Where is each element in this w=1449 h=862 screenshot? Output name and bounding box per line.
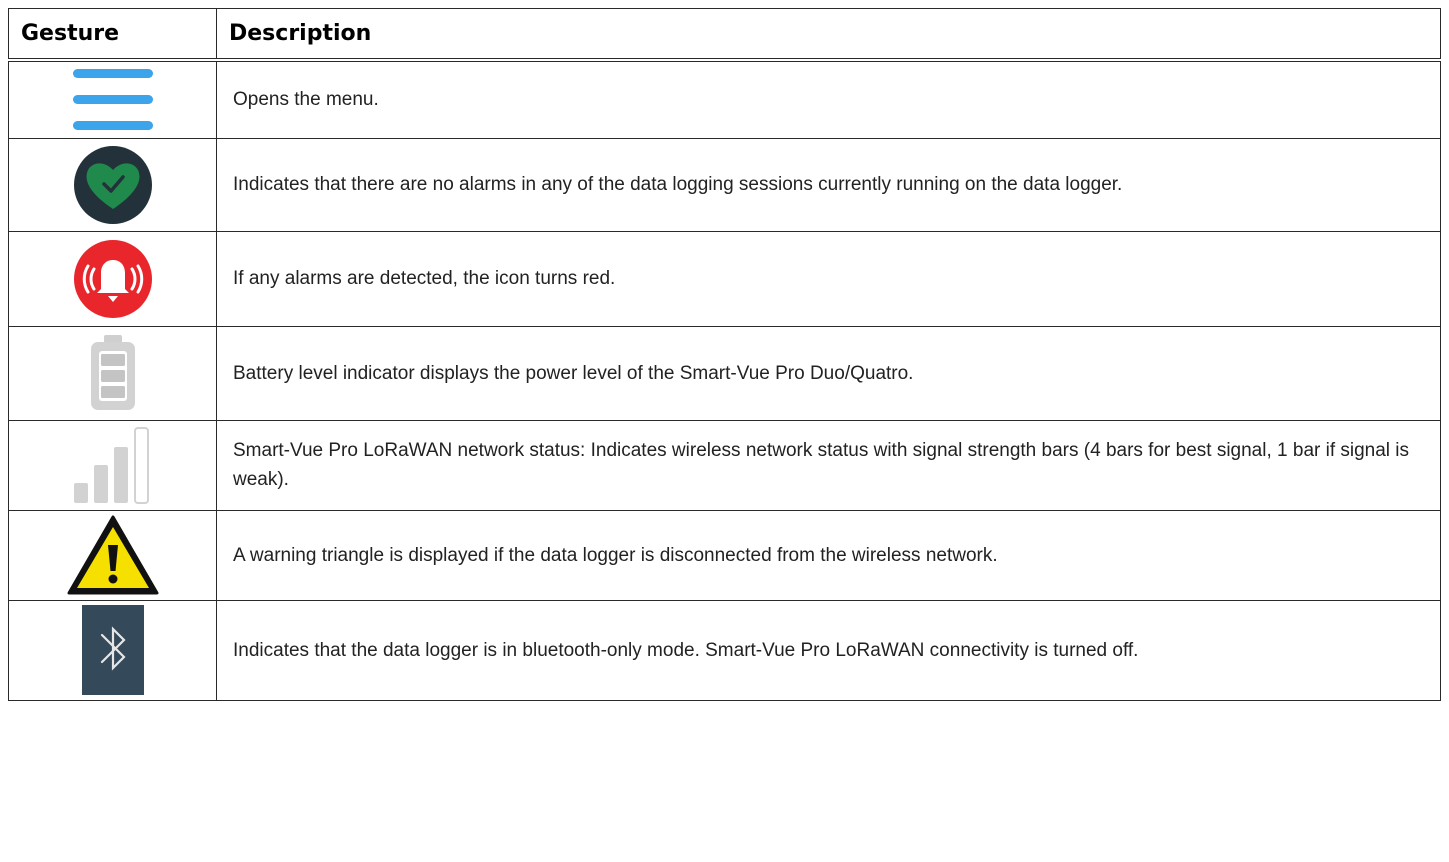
table-row: Indicates that there are no alarms in an… <box>8 137 1441 232</box>
table-row: If any alarms are detected, the icon tur… <box>8 230 1441 327</box>
row-description: Smart-Vue Pro LoRaWAN network status: In… <box>216 419 1441 511</box>
gesture-cell <box>8 509 217 601</box>
row-description: Opens the menu. <box>216 59 1441 139</box>
gesture-cell <box>8 230 217 327</box>
header-description: Description <box>216 8 1441 62</box>
menu-hamburger-icon <box>71 65 155 135</box>
battery-level-icon <box>88 333 138 413</box>
gesture-cell <box>8 599 217 701</box>
table-row: Battery level indicator displays the pow… <box>8 325 1441 421</box>
bluetooth-icon <box>81 605 144 695</box>
gesture-table: Gesture Description Opens the menu. Indi… <box>8 8 1441 701</box>
row-description: A warning triangle is displayed if the d… <box>216 509 1441 601</box>
row-description: Indicates that the data logger is in blu… <box>216 599 1441 701</box>
row-description: Battery level indicator displays the pow… <box>216 325 1441 421</box>
table-row: Indicates that the data logger is in blu… <box>8 599 1441 701</box>
signal-strength-icon <box>72 425 154 505</box>
table-row: A warning triangle is displayed if the d… <box>8 509 1441 601</box>
row-description: If any alarms are detected, the icon tur… <box>216 230 1441 327</box>
heart-check-status-icon <box>73 145 153 225</box>
gesture-cell <box>8 137 217 232</box>
alarm-bell-icon <box>73 239 153 319</box>
header-gesture: Gesture <box>8 8 217 62</box>
warning-triangle-icon <box>67 515 159 595</box>
gesture-cell <box>8 325 217 421</box>
table-row: Smart-Vue Pro LoRaWAN network status: In… <box>8 419 1441 511</box>
header-row: Gesture Description <box>8 8 1441 62</box>
gesture-cell <box>8 59 217 139</box>
gesture-cell <box>8 419 217 511</box>
row-description: Indicates that there are no alarms in an… <box>216 137 1441 232</box>
table-row: Opens the menu. <box>8 59 1441 139</box>
